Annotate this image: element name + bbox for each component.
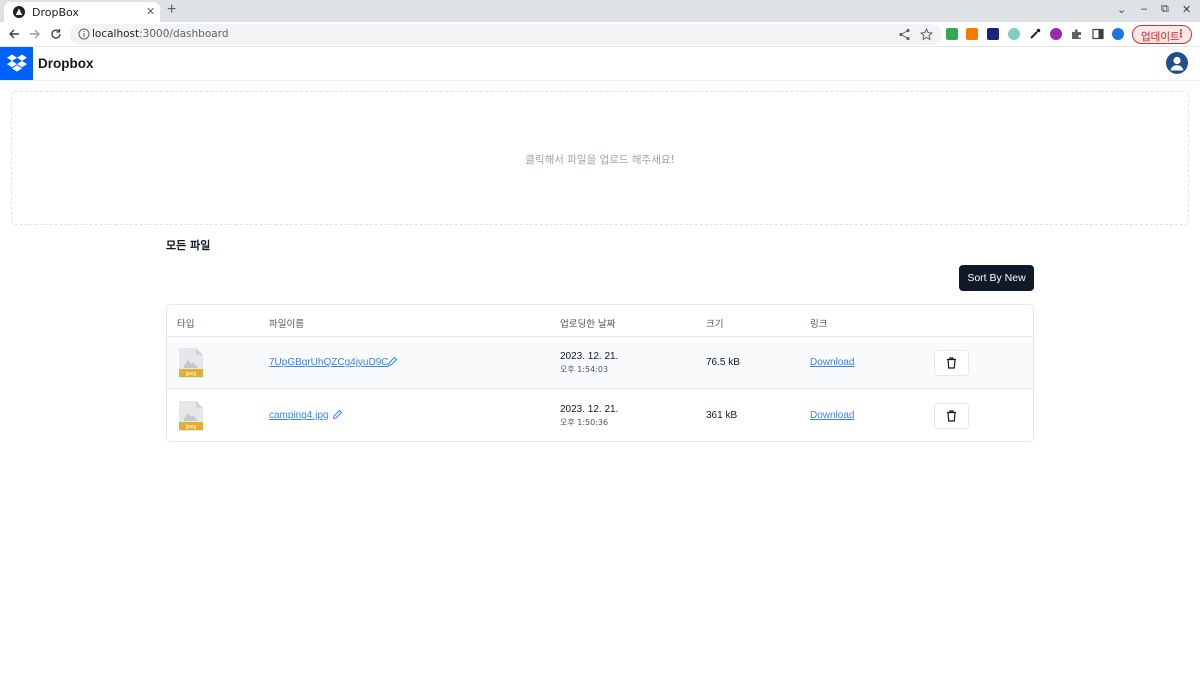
column-header-filename: 파일이름 xyxy=(269,319,304,330)
extensions-puzzle-icon[interactable] xyxy=(1071,28,1083,40)
user-avatar[interactable] xyxy=(1166,52,1188,74)
file-size: 76.5 kB xyxy=(706,357,740,368)
update-button[interactable]: 업데이트 ⋮ xyxy=(1132,25,1192,44)
update-label: 업데이트 xyxy=(1141,31,1180,43)
browser-menu-icon[interactable]: ⋮ xyxy=(1176,28,1187,40)
eyedropper-icon[interactable] xyxy=(1029,28,1041,40)
column-header-upload-date: 업로딩한 날짜 xyxy=(560,319,616,330)
extension-orange-icon[interactable] xyxy=(966,28,978,40)
app-title: Dropbox xyxy=(38,56,94,71)
file-name-link[interactable]: camping4.jpg xyxy=(269,410,328,421)
url-host: localhost xyxy=(92,28,140,40)
forward-button[interactable] xyxy=(27,26,43,42)
bookmark-star-icon[interactable] xyxy=(920,28,933,41)
file-upload-dropzone[interactable]: 클릭해서 파일을 업로드 해주세요! xyxy=(11,91,1189,225)
file-name-link[interactable]: 7UpGBqrUhQZCg4jyuD9C xyxy=(269,357,389,368)
jpeg-file-icon: jpeg xyxy=(179,401,203,431)
app-header: Dropbox xyxy=(0,47,1200,81)
restore-icon[interactable]: ⧉ xyxy=(1161,3,1169,16)
upload-time: 오후 1:50:36 xyxy=(560,418,609,427)
browser-tab[interactable]: DropBox ✕ xyxy=(4,2,160,22)
dropbox-logo[interactable] xyxy=(0,47,33,80)
extension-teal-icon[interactable] xyxy=(1008,28,1020,40)
new-tab-button[interactable]: + xyxy=(167,1,176,19)
address-bar[interactable]: localhost:3000/dashboard xyxy=(70,24,942,45)
site-info-icon[interactable] xyxy=(78,28,90,40)
delete-button[interactable] xyxy=(934,350,969,376)
section-title: 모든 파일 xyxy=(166,239,211,252)
dropbox-logo-icon xyxy=(6,54,27,72)
url-path: :3000/dashboard xyxy=(139,28,229,40)
edit-pencil-icon[interactable] xyxy=(387,356,398,367)
side-panel-icon[interactable] xyxy=(1092,28,1104,40)
reload-button[interactable] xyxy=(48,26,64,42)
extension-navy-icon[interactable] xyxy=(987,28,999,40)
jpeg-file-icon: jpeg xyxy=(179,348,203,378)
browser-toolbar: localhost:3000/dashboard 업데이트 ⋮ xyxy=(0,22,1200,47)
url-text: localhost:3000/dashboard xyxy=(92,28,228,40)
extension-green-icon[interactable] xyxy=(946,28,958,40)
file-size: 361 kB xyxy=(706,410,738,421)
tab-close-icon[interactable]: ✕ xyxy=(146,5,155,18)
upload-time: 오후 1:54:03 xyxy=(560,365,609,374)
table-row: jpeg camping4.jpg 2023. 12. 21. 오후 1:50:… xyxy=(167,390,1033,441)
trash-icon xyxy=(947,357,956,369)
upload-date: 2023. 12. 21. xyxy=(560,404,619,415)
trash-icon xyxy=(947,410,956,422)
download-link[interactable]: Download xyxy=(810,357,854,368)
back-arrow-icon xyxy=(9,29,19,39)
column-header-type: 타입 xyxy=(177,319,195,330)
back-button[interactable] xyxy=(6,26,22,42)
file-type-label: jpeg xyxy=(185,424,197,430)
column-header-link: 링크 xyxy=(810,319,828,330)
reload-icon xyxy=(51,29,61,39)
tab-title: DropBox xyxy=(32,6,79,19)
table-row: jpeg 7UpGBqrUhQZCg4jyuD9C 2023. 12. 21. … xyxy=(167,337,1033,389)
share-icon[interactable] xyxy=(898,28,911,41)
tab-search-icon[interactable]: ⌄ xyxy=(1117,3,1126,16)
sort-by-new-button[interactable]: Sort By New xyxy=(959,265,1034,291)
table-header: 타입 파일이름 업로딩한 날짜 크기 링크 xyxy=(167,305,1033,337)
download-link[interactable]: Download xyxy=(810,410,854,421)
minimize-icon[interactable]: – xyxy=(1141,3,1147,15)
delete-button[interactable] xyxy=(934,403,969,429)
upload-date: 2023. 12. 21. xyxy=(560,351,619,362)
forward-arrow-icon xyxy=(30,29,40,39)
browser-tab-strip: DropBox ✕ + ⌄ – ⧉ ✕ xyxy=(0,0,1200,22)
profile-avatar-icon[interactable] xyxy=(1112,28,1124,40)
files-table: 타입 파일이름 업로딩한 날짜 크기 링크 jpeg 7UpGBqrUhQZCg… xyxy=(166,304,1034,442)
window-close-icon[interactable]: ✕ xyxy=(1182,3,1191,16)
column-header-size: 크기 xyxy=(706,319,724,330)
user-icon xyxy=(1170,56,1184,71)
dropzone-text: 클릭해서 파일을 업로드 해주세요! xyxy=(525,154,675,166)
extension-purple-icon[interactable] xyxy=(1050,28,1062,40)
edit-pencil-icon[interactable] xyxy=(332,409,343,420)
app-favicon-icon xyxy=(13,6,25,18)
file-type-label: jpeg xyxy=(185,371,197,377)
